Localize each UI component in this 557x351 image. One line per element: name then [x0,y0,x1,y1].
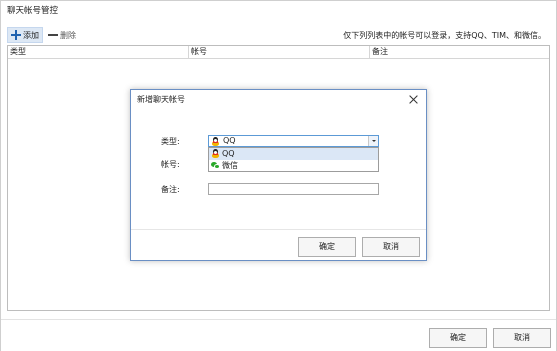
toolbar: 添加 删除 [7,27,79,43]
type-label: 类型: [161,137,180,146]
footer-bar: 确定 取消 [1,319,556,351]
column-header-remark[interactable]: 备注 [370,46,549,59]
cancel-button[interactable]: 取消 [493,328,551,348]
close-icon[interactable] [409,95,418,104]
support-notice: 仅下列列表中的帐号可以登录，支持QQ、TIM、和微信。 [343,31,546,40]
column-header-account[interactable]: 帐号 [189,46,370,59]
ok-button[interactable]: 确定 [429,328,487,348]
plus-icon [11,30,21,40]
account-label: 帐号: [161,160,180,169]
window-title: 聊天帐号管控 [7,6,59,16]
delete-button-label: 删除 [60,30,76,40]
qq-icon [211,149,220,158]
type-dropdown-list: QQ 微信 [208,147,379,172]
column-header-type[interactable]: 类型 [8,46,189,59]
add-account-dialog: 新增聊天帐号 类型: QQ QQ 微信 帐号: 备注: 确定 取消 [130,89,427,261]
dialog-divider [131,229,426,230]
dialog-title: 新增聊天帐号 [137,95,185,104]
minus-icon [48,30,58,40]
remark-label: 备注: [161,185,180,194]
dropdown-option-wechat[interactable]: 微信 [209,160,378,172]
table-header: 类型 帐号 备注 [8,46,549,59]
add-button-label: 添加 [23,30,39,40]
dropdown-option-label: 微信 [222,161,238,170]
qq-icon [211,137,220,146]
chevron-down-icon[interactable] [368,136,378,146]
dialog-ok-button[interactable]: 确定 [298,237,356,257]
type-select-value: QQ [223,136,236,145]
dropdown-option-label: QQ [222,149,235,158]
dropdown-option-qq[interactable]: QQ [209,148,378,160]
type-select[interactable]: QQ [208,135,379,147]
wechat-icon [211,162,220,170]
dialog-cancel-button[interactable]: 取消 [362,237,420,257]
add-button[interactable]: 添加 [7,27,43,43]
delete-button[interactable]: 删除 [45,27,79,43]
remark-input[interactable] [208,183,379,195]
